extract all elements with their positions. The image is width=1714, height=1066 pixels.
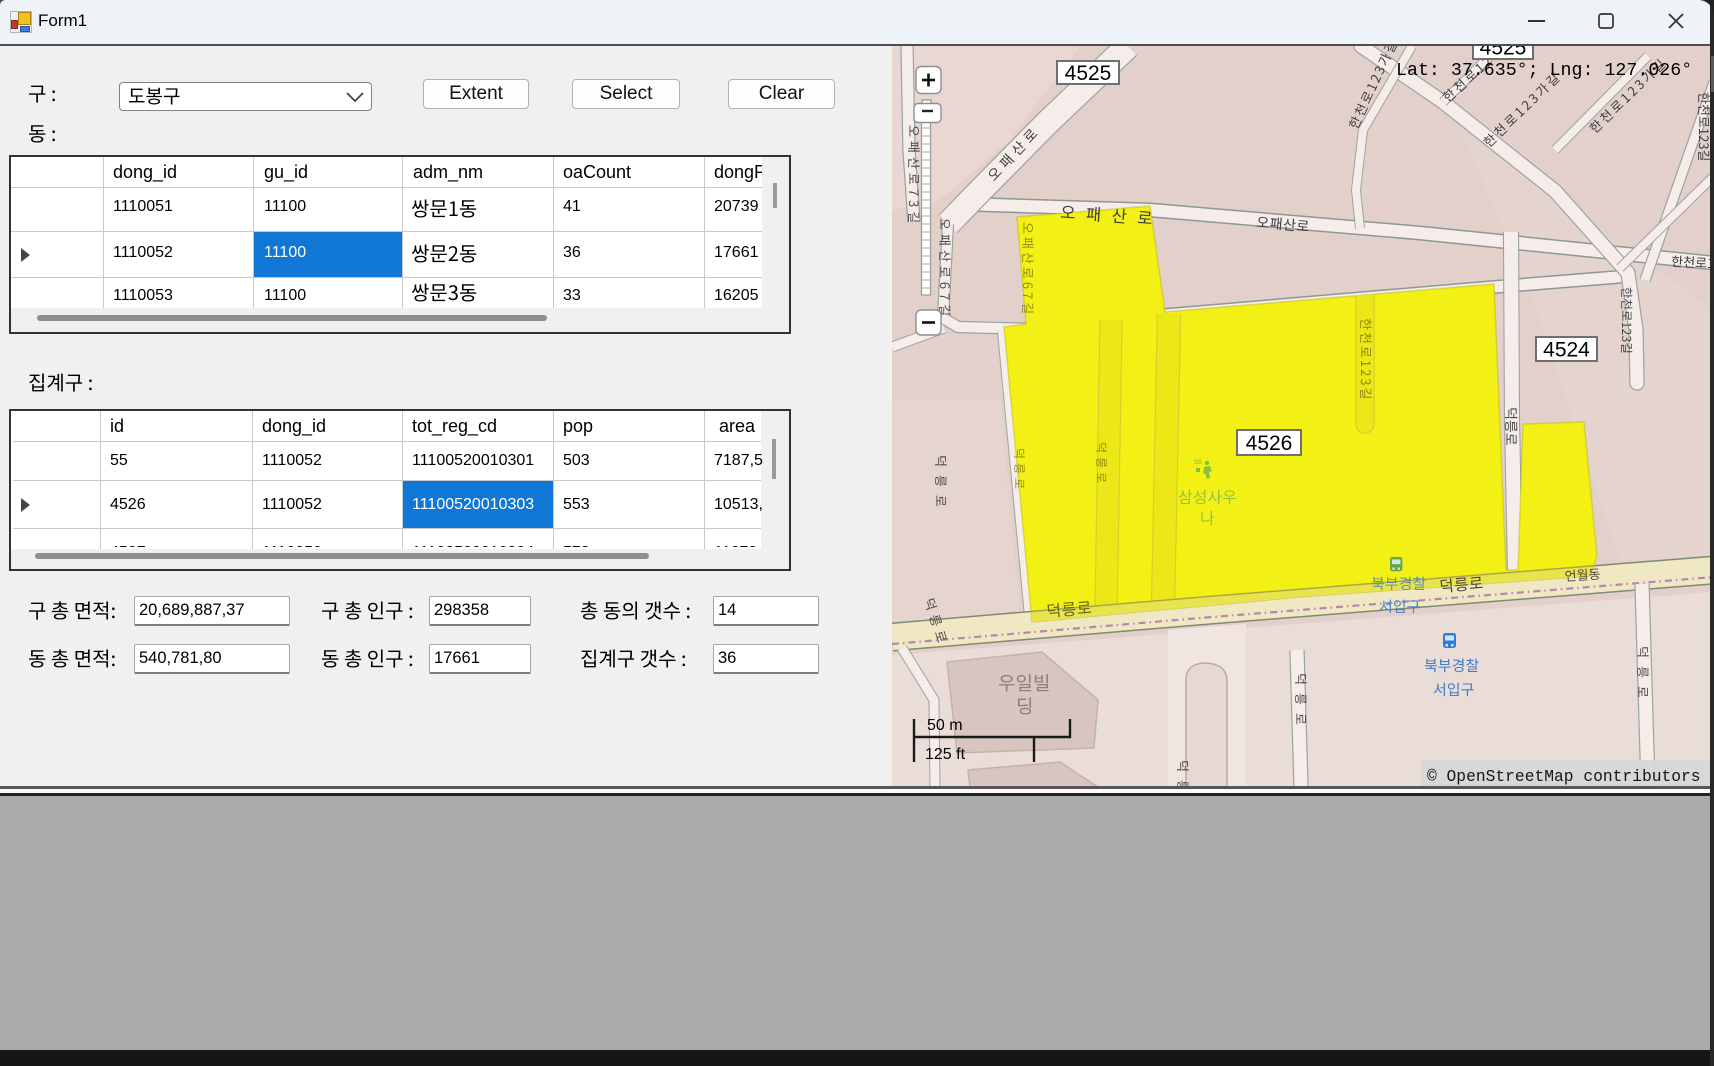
svg-text:4525: 4525	[1065, 62, 1112, 85]
svg-text:4524: 4524	[1543, 338, 1590, 361]
svg-text:125 ft: 125 ft	[925, 746, 966, 763]
svg-text:© OpenStreetMap contributors: © OpenStreetMap contributors	[1427, 767, 1701, 786]
svg-text:4526: 4526	[1246, 432, 1293, 455]
svg-text:4525: 4525	[1480, 46, 1527, 59]
svg-text:50 m: 50 m	[927, 717, 963, 734]
svg-text:ss: ss	[1194, 457, 1202, 466]
svg-text:Lat: 37.635°; Lng: 127.026°: Lat: 37.635°; Lng: 127.026°	[1396, 61, 1692, 81]
